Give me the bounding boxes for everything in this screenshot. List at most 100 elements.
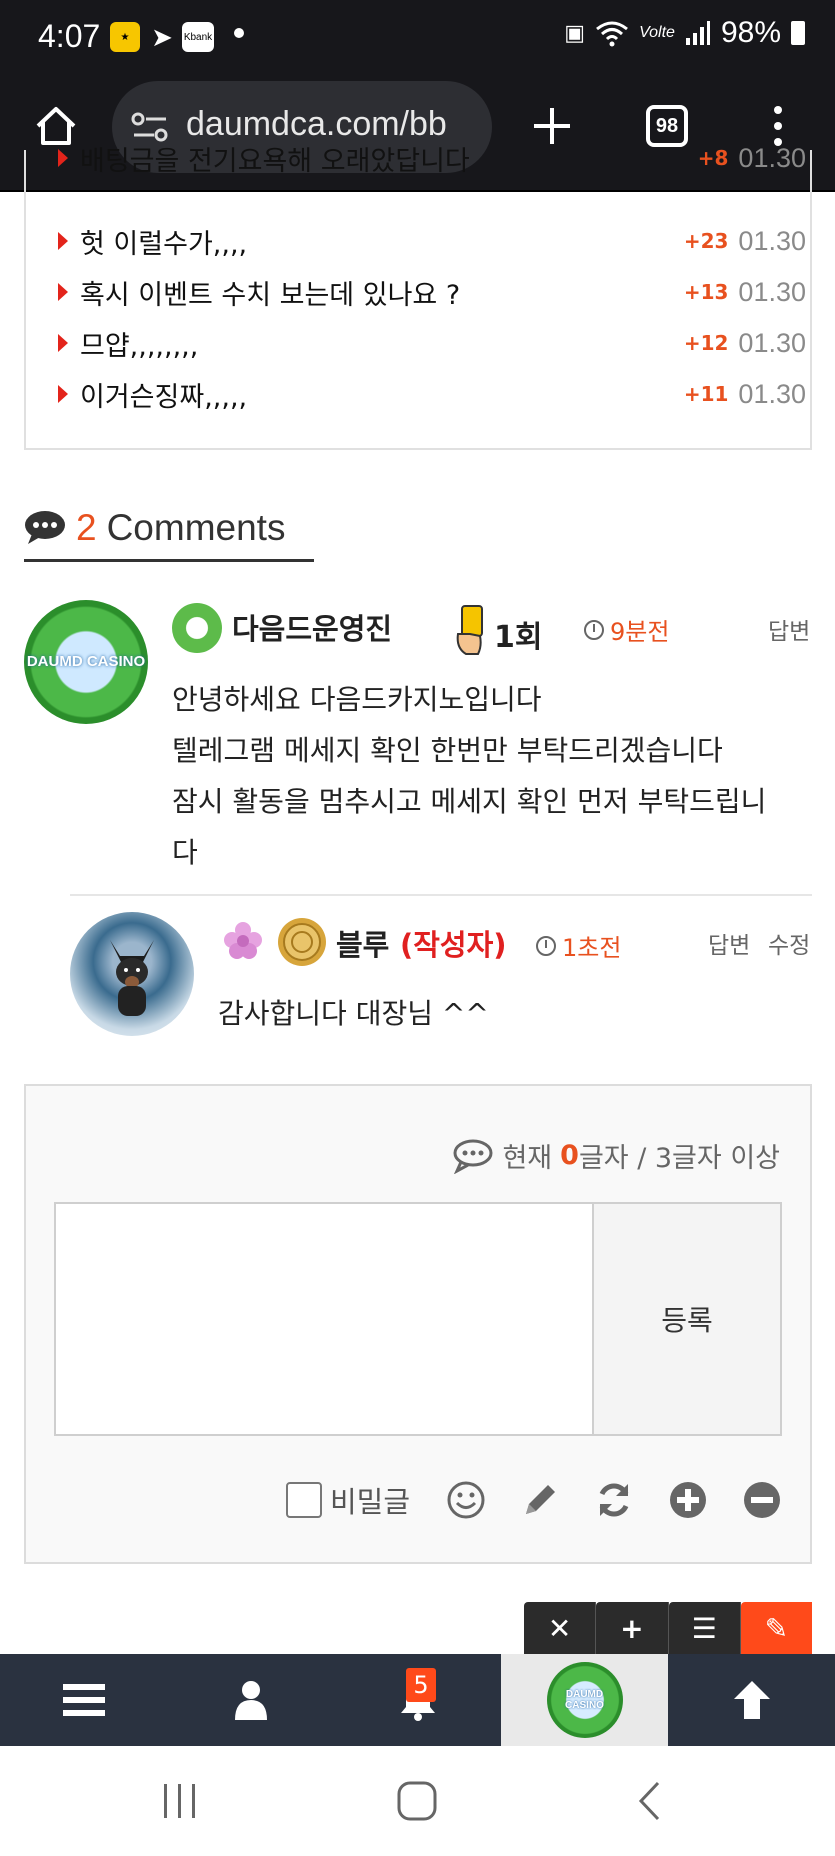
list-item-date: 01.30 (738, 142, 806, 173)
status-bar: 4:07 ★ ➤ Kbank ▣ Volte 98% (0, 0, 835, 76)
list-item-title[interactable]: 이거슨징짜,,,,, (80, 375, 684, 414)
nav-scroll-top[interactable] (668, 1654, 835, 1746)
nav-menu[interactable] (0, 1654, 167, 1746)
logo-text: DAUMD CASINO (565, 1689, 604, 1711)
comment-line: 잠시 활동을 멈추시고 메세지 확인 먼저 부탁드립니 (172, 785, 767, 818)
char-count-value: 0 (560, 1140, 579, 1171)
home-nav-icon[interactable] (396, 1780, 438, 1822)
comment-line: 감사합니다 대장님 ^^ (218, 997, 489, 1030)
list-item[interactable]: 혹시 이벤트 수치 보는데 있나요 ? +13 01.30 (58, 270, 806, 314)
list-item-title[interactable]: 혹시 이벤트 수치 보는데 있나요 ? (80, 273, 684, 312)
pencil-icon[interactable] (518, 1478, 562, 1522)
battery-saver-icon: ▣ (564, 20, 586, 45)
more-notifications-dot (234, 28, 244, 38)
list-item-date: 01.30 (738, 276, 806, 307)
close-icon[interactable]: ✕ (524, 1602, 597, 1654)
level-badge-icon (172, 603, 222, 653)
emoji-icon[interactable] (444, 1478, 488, 1522)
comment-bubble-icon (25, 510, 65, 544)
nav-user[interactable] (167, 1654, 334, 1746)
plus-icon[interactable]: + (596, 1602, 669, 1654)
comment-author[interactable]: 블루 (336, 922, 389, 964)
comments-count: 2 (76, 506, 97, 548)
write-tools: 비밀글 (286, 1478, 784, 1522)
bullet-icon (58, 232, 68, 250)
char-count-suffix: 글자 / 3글자 이상 (578, 1143, 780, 1174)
list-item-count: +8 (697, 146, 729, 170)
comment-body: 안녕하세요 다음드카지노입니다 텔레그램 메세지 확인 한번만 부탁드리겠습니다… (172, 674, 812, 878)
reply-button[interactable]: 답변 (708, 926, 750, 960)
signal-icon (685, 21, 710, 45)
casino-logo-icon: DAUMD CASINO (546, 1662, 623, 1738)
comment-body: 감사합니다 대장님 ^^ (218, 988, 812, 1039)
comment-time-text: 1초전 (562, 934, 622, 962)
reply-button[interactable]: 답변 (768, 612, 810, 646)
bullet-icon (58, 385, 68, 403)
floating-toolbar: ✕ + ☰ ✎ (524, 1602, 812, 1654)
avatar[interactable] (70, 912, 194, 1036)
comment-bubble-icon (453, 1139, 493, 1174)
volte-icon: Volte (639, 24, 675, 41)
bullet-icon (58, 283, 68, 301)
list-item-count: +23 (683, 229, 729, 253)
write-pencil-icon[interactable]: ✎ (740, 1602, 812, 1654)
edit-button[interactable]: 수정 (768, 926, 810, 960)
char-count: 현재 0 글자 / 3글자 이상 (452, 1136, 780, 1175)
list-item[interactable]: 이거슨징짜,,,,, +11 01.30 (58, 372, 806, 416)
clock-icon (584, 619, 604, 640)
hamburger-icon (62, 1684, 105, 1716)
minus-circle-icon[interactable] (740, 1478, 784, 1522)
user-icon (234, 1681, 267, 1720)
list-item[interactable]: 헛 이럴수가,,,, +23 01.30 (58, 219, 806, 263)
gold-medal-icon (278, 918, 326, 966)
yellow-card-hand-icon (456, 605, 483, 655)
list-item-date: 01.30 (738, 327, 806, 358)
avatar[interactable]: DAUMD CASINO (24, 600, 148, 724)
list-item-date: 01.30 (738, 378, 806, 409)
list-item-count: +13 (683, 280, 729, 304)
bullet-icon (58, 149, 68, 167)
comment-textarea[interactable] (54, 1202, 594, 1436)
back-nav-icon[interactable] (636, 1780, 662, 1822)
dog-photo-icon (110, 940, 154, 1016)
list-item-count: +11 (683, 382, 729, 406)
comment-time: 1초전 (536, 928, 621, 963)
list-item-title[interactable]: 헛 이럴수가,,,, (80, 222, 684, 261)
kbank-icon: Kbank (182, 22, 214, 52)
list-item[interactable]: 므얍,,,,,,,, +12 01.30 (58, 321, 806, 365)
nav-home-logo[interactable]: DAUMD CASINO (501, 1654, 668, 1746)
battery-icon (791, 21, 805, 45)
warning-count: 1회 (494, 620, 543, 655)
comment-write-box: 현재 0 글자 / 3글자 이상 등록 비밀글 (24, 1084, 812, 1564)
comments-label: Comments (106, 506, 286, 548)
comment-line: 안녕하세요 다음드카지노입니다 (172, 683, 542, 716)
battery-text: 98% (720, 16, 781, 49)
secret-checkbox[interactable] (286, 1482, 322, 1518)
plus-circle-icon[interactable] (666, 1478, 710, 1522)
list-item-count: +12 (683, 331, 729, 355)
notification-badge: 5 (406, 1668, 436, 1702)
comment-time: 9분전 (584, 612, 669, 647)
flower-badge-icon (224, 922, 262, 959)
popular-posts-box: 배팅금을 전기요욕해 오래았답니다 +8 01.30 헛 이럴수가,,,, +2… (24, 143, 812, 450)
list-item-date: 01.30 (738, 225, 806, 256)
recent-apps-icon[interactable] (160, 1782, 200, 1820)
submit-button[interactable]: 등록 (594, 1202, 782, 1436)
refresh-icon[interactable] (592, 1478, 636, 1522)
comment-line: 텔레그램 메세지 확인 한번만 부탁드리겠습니다 (172, 734, 723, 767)
char-count-prefix: 현재 (502, 1143, 553, 1174)
list-item[interactable]: 배팅금을 전기요욕해 오래았답니다 +8 01.30 (58, 136, 806, 180)
system-nav (0, 1746, 835, 1856)
list-item-title[interactable]: 므얍,,,,,,,, (80, 324, 684, 363)
kakao-icon: ★ (110, 22, 140, 52)
list-item-title[interactable]: 배팅금을 전기요욕해 오래았답니다 (80, 139, 698, 178)
wifi-icon (596, 21, 629, 47)
author-tag: (작성자) (400, 928, 507, 962)
list-menu-icon[interactable]: ☰ (668, 1602, 741, 1654)
arrow-up-icon (733, 1681, 770, 1719)
bottom-nav: DAUMD CASINO 5 (0, 1654, 835, 1746)
comment-author[interactable]: 다음드운영진 (232, 606, 392, 648)
avatar-logo-text: DAUMD CASINO (26, 653, 146, 670)
status-time: 4:07 (38, 18, 101, 54)
comments-header: 2 Comments (24, 496, 314, 562)
